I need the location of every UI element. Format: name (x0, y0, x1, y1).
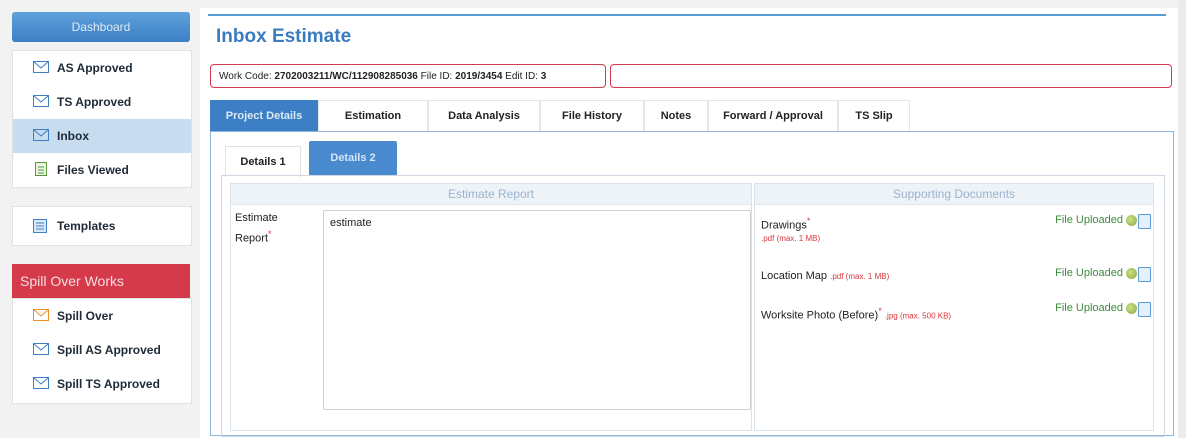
sidebar-item-label: Files Viewed (57, 163, 129, 177)
page-title: Inbox Estimate (216, 26, 352, 47)
doc-name: Location Map (761, 270, 828, 282)
upload-status: File Uploaded (1055, 302, 1123, 314)
info-box-empty (610, 64, 1172, 88)
document-icon (35, 162, 47, 176)
subtab-details-2[interactable]: Details 2 (309, 141, 397, 175)
subtab-details-1[interactable]: Details 1 (225, 146, 301, 177)
details-content: Estimate Report Estimate Report* estimat… (221, 175, 1165, 437)
work-code-box: Work Code: 2702003211/WC/112908285036 Fi… (210, 64, 606, 88)
main-content: Inbox Estimate Work Code: 2702003211/WC/… (200, 8, 1178, 438)
view-document-icon[interactable] (1138, 267, 1151, 282)
file-id-value: 2019/3454 (455, 71, 503, 82)
mail-icon (33, 61, 49, 73)
sidebar-item-templates[interactable]: Templates (13, 207, 191, 245)
required-mark: * (878, 306, 882, 316)
estimate-report-textarea[interactable]: estimate (323, 210, 751, 410)
estimate-report-section: Estimate Report Estimate Report* estimat… (230, 183, 752, 431)
sidebar-item-spill-as-approved[interactable]: Spill AS Approved (13, 333, 191, 367)
view-document-icon[interactable] (1138, 302, 1151, 317)
sidebar-item-spill-ts-approved[interactable]: Spill TS Approved (13, 367, 191, 401)
spill-menu-card: Spill Over Spill AS Approved Spill TS Ap… (12, 298, 192, 404)
spill-over-works-heading: Spill Over Works (12, 264, 190, 298)
section-heading: Estimate Report (231, 184, 751, 205)
upload-status: File Uploaded (1055, 214, 1123, 226)
sidebar-item-files-viewed[interactable]: Files Viewed (13, 153, 191, 187)
work-code-value: 2702003211/WC/112908285036 (274, 71, 418, 82)
mail-icon (33, 377, 49, 389)
tab-ts-slip[interactable]: TS Slip (838, 100, 910, 132)
sidebar: Dashboard AS Approved TS Approved Inbox … (8, 8, 194, 404)
doc-name: Worksite Photo (Before) (761, 309, 879, 322)
work-code-label: Work Code: (219, 71, 272, 82)
sidebar-item-inbox[interactable]: Inbox (13, 119, 191, 153)
doc-name: Drawings (761, 219, 807, 232)
file-id-label: File ID: (420, 71, 453, 82)
sidebar-item-label: Spill TS Approved (57, 377, 160, 391)
sidebar-menu-card: AS Approved TS Approved Inbox Files View… (12, 50, 192, 188)
upload-ok-icon (1126, 268, 1137, 279)
estimate-label-line1: Estimate (235, 212, 278, 224)
mail-icon (33, 343, 49, 355)
sidebar-item-label: Spill Over (57, 309, 114, 323)
sidebar-item-label: Templates (57, 219, 116, 233)
edit-id-label: Edit ID: (505, 71, 538, 82)
doc-row-drawings: Drawings* .pdf (max. 1 MB) (761, 216, 820, 244)
upload-status: File Uploaded (1055, 267, 1123, 279)
upload-ok-icon (1126, 215, 1137, 226)
sidebar-item-as-approved[interactable]: AS Approved (13, 51, 191, 85)
doc-row-location-map: Location Map .pdf (max. 1 MB) (761, 270, 889, 282)
page-scrollbar[interactable] (1178, 0, 1186, 438)
supporting-documents-section: Supporting Documents Drawings* .pdf (max… (754, 183, 1154, 431)
tab-project-details[interactable]: Project Details (210, 100, 318, 132)
tab-forward-approval[interactable]: Forward / Approval (708, 100, 838, 132)
estimate-report-label: Estimate Report* (235, 210, 278, 247)
upload-ok-icon (1126, 303, 1137, 314)
dashboard-button[interactable]: Dashboard (12, 12, 190, 42)
tab-notes[interactable]: Notes (644, 100, 708, 132)
mail-icon (33, 309, 49, 321)
doc-hint: .pdf (max. 1 MB) (761, 233, 821, 243)
doc-hint: .jpg (max. 500 KB) (884, 311, 952, 321)
doc-row-worksite-photo: Worksite Photo (Before)* .jpg (max. 500 … (761, 306, 951, 322)
sidebar-item-label: Spill AS Approved (57, 343, 161, 357)
section-heading: Supporting Documents (755, 184, 1153, 205)
estimate-label-line2: Report (235, 232, 269, 245)
templates-card: Templates (12, 206, 192, 246)
tab-file-history[interactable]: File History (540, 100, 644, 132)
tab-estimation[interactable]: Estimation (318, 100, 428, 132)
top-divider (208, 14, 1166, 16)
sidebar-item-spill-over[interactable]: Spill Over (13, 299, 191, 333)
tab-data-analysis[interactable]: Data Analysis (428, 100, 540, 132)
templates-icon (33, 219, 47, 233)
mail-icon (33, 95, 49, 107)
doc-hint: .pdf (max. 1 MB) (830, 272, 890, 281)
required-mark: * (268, 229, 272, 239)
sidebar-item-label: Inbox (57, 129, 89, 143)
edit-id-value: 3 (540, 71, 547, 82)
sidebar-item-ts-approved[interactable]: TS Approved (13, 85, 191, 119)
view-document-icon[interactable] (1138, 214, 1151, 229)
mail-icon (33, 129, 49, 141)
sidebar-item-label: AS Approved (57, 61, 133, 75)
required-mark: * (806, 216, 811, 226)
project-details-panel: Details 1 Details 2 Estimate Report Esti… (210, 131, 1174, 437)
sidebar-item-label: TS Approved (57, 95, 132, 109)
